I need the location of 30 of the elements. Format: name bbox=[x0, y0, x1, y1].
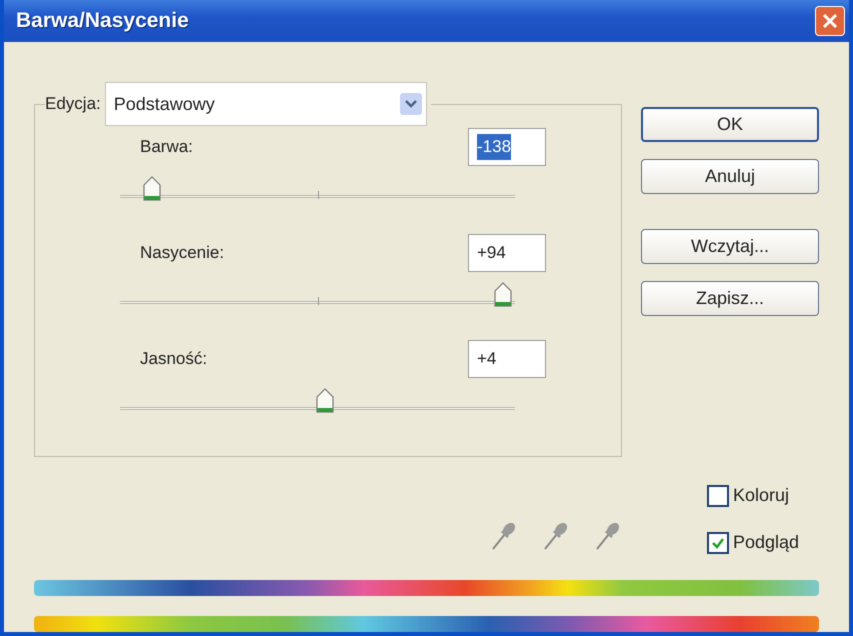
slider-thumb[interactable] bbox=[493, 282, 514, 308]
slider-label: Jasność: bbox=[140, 348, 208, 370]
slider-thumb-icon bbox=[142, 176, 162, 202]
slider-label: Nasycenie: bbox=[140, 242, 224, 264]
value-field[interactable]: -138 bbox=[468, 128, 546, 166]
slider[interactable] bbox=[120, 176, 515, 202]
window-title: Barwa/Nasycenie bbox=[16, 8, 189, 34]
value-field[interactable]: +94 bbox=[468, 234, 546, 272]
slider[interactable] bbox=[120, 282, 515, 308]
slider-thumb-icon bbox=[315, 388, 336, 414]
dialog-button[interactable]: Anuluj bbox=[641, 159, 819, 194]
close-button[interactable] bbox=[815, 6, 845, 36]
edit-label: Edycja: bbox=[45, 93, 101, 116]
dialog-button[interactable]: Wczytaj... bbox=[641, 229, 819, 264]
value-field[interactable]: +4 bbox=[468, 340, 546, 378]
caret-icon bbox=[400, 93, 422, 115]
checkbox-label: Koloruj bbox=[732, 484, 789, 507]
checkbox[interactable] bbox=[706, 532, 729, 554]
slider-thumb-icon bbox=[493, 282, 514, 308]
dialog-button[interactable]: Zapisz... bbox=[641, 281, 819, 316]
slider-thumb[interactable] bbox=[142, 176, 162, 202]
check-icon bbox=[710, 536, 725, 550]
checkbox-label: Podgląd bbox=[732, 531, 799, 554]
dialog-button[interactable]: OK bbox=[641, 107, 819, 142]
slider-label: Barwa: bbox=[140, 136, 193, 158]
slider[interactable] bbox=[120, 388, 515, 414]
close-icon bbox=[822, 13, 838, 29]
mode-dropdown[interactable]: Podstawowy bbox=[104, 82, 427, 126]
checkbox[interactable] bbox=[706, 484, 729, 506]
slider-thumb[interactable] bbox=[315, 388, 336, 414]
